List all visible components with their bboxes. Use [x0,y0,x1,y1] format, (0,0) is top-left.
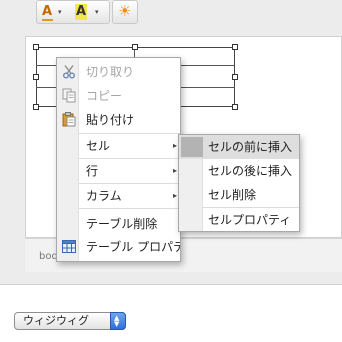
resize-handle[interactable] [232,74,238,80]
menu-item-label: テーブル削除 [86,217,158,231]
submenu-arrow-icon: ▸ [172,141,177,150]
menu-item-label: 貼り付け [86,113,135,127]
cell-submenu: セルの前に挿入 セルの後に挿入 セル削除 セルプロパティ [178,134,300,232]
resize-handle[interactable] [232,44,238,50]
menu-item-label: テーブル プロパテ [86,240,181,254]
resize-handle[interactable] [33,74,39,80]
paste-icon [62,112,76,127]
context-menu: 切り取り コピー 貼り付け セル ▸ 行 ▸ カラム ▸ テーブル削除 テーブル… [56,57,181,262]
font-color-swatch [42,19,53,21]
sun-button[interactable]: ☀ [112,0,138,24]
menu-item-label: セル [86,139,111,153]
menu-item-label: 切り取り [86,65,135,79]
submenu-item-label: セルの後に挿入 [208,164,293,178]
menu-separator [79,208,180,209]
down-arrow-icon: ▼ [114,320,120,328]
highlight-dropdown-icon[interactable]: ▾ [95,8,99,16]
highlight-gutter [181,137,203,157]
menu-item-delete-table[interactable]: テーブル削除 [57,212,180,236]
resize-handle[interactable] [132,44,138,50]
scissors-icon [63,65,75,79]
submenu-item-label: セル削除 [208,188,257,202]
submenu-arrow-icon: ▸ [172,191,177,200]
menu-item-cut[interactable]: 切り取り [57,60,180,84]
menu-item-paste[interactable]: 貼り付け [57,108,180,132]
menu-item-copy[interactable]: コピー [57,84,180,108]
menu-item-label: コピー [86,89,123,103]
resize-handle[interactable] [33,44,39,50]
copy-icon [62,88,76,103]
submenu-item-insert-cell-after[interactable]: セルの後に挿入 [179,159,299,183]
submenu-item-label: セルプロパティ [208,213,292,227]
menu-item-table-properties[interactable]: テーブル プロパテ [57,235,181,259]
text-color-buttons: A ▾ A ▾ [36,0,110,24]
table-icon [62,240,76,253]
resize-handle[interactable] [33,104,39,110]
menu-item-label: 行 [86,164,99,178]
resize-handle[interactable] [232,104,238,110]
select-stepper-icon[interactable]: ▲ ▼ [110,312,126,330]
menu-item-column[interactable]: カラム ▸ [57,184,180,208]
editor-mode-select[interactable]: ウィジウィグ ▲ ▼ [14,312,126,330]
menu-item-cell[interactable]: セル ▸ [57,134,180,158]
highlight-color-icon[interactable]: A [75,4,88,20]
font-color-icon[interactable]: A [42,4,52,20]
mode-select-value: ウィジウィグ [23,314,89,327]
sun-icon: ☀ [118,2,132,20]
menu-item-label: カラム [86,189,122,203]
submenu-item-cell-properties[interactable]: セルプロパティ [179,208,299,232]
font-color-dropdown-icon[interactable]: ▾ [58,8,62,16]
submenu-item-insert-cell-before[interactable]: セルの前に挿入 [179,135,299,159]
submenu-item-label: セルの前に挿入 [208,140,293,154]
submenu-arrow-icon: ▸ [172,166,177,175]
menu-item-row[interactable]: 行 ▸ [57,159,180,183]
submenu-item-delete-cell[interactable]: セル削除 [179,183,299,207]
